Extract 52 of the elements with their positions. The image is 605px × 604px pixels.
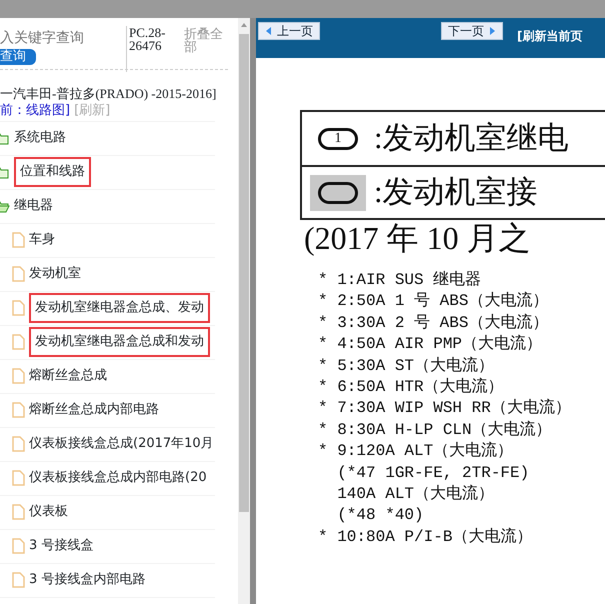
fuse-list-line: * 6:50A HTR（大电流） — [318, 377, 505, 398]
fuse-list-line: * 3:30A 2 号 ABS（大电流） — [318, 312, 550, 334]
tree-item[interactable]: 3 号接线盒 — [29, 536, 94, 556]
tree-item[interactable]: 仪表板 — [29, 502, 68, 522]
legend-text: :发动机室继电 — [374, 119, 569, 158]
part-code: PC.28-26476 — [126, 26, 174, 72]
fuse-list-line: (*47 1GR-FE, 2TR-FE) — [336, 462, 530, 484]
document-icon — [12, 470, 25, 486]
fuse-list-line: * 7:30A WIP WSH RR（大电流） — [318, 398, 572, 420]
fuse-list-line: * 8:30A H-LP CLN（大电流） — [318, 420, 553, 441]
fuse-list-line: * 10:80A P/I-B（大电流） — [318, 526, 534, 548]
fuse-list-line: * 5:30A ST（大电流） — [318, 356, 496, 377]
right-arrow-icon — [488, 26, 496, 36]
legend-text: :发动机室接 — [374, 173, 538, 212]
tree-item[interactable]: 车身 — [29, 230, 55, 250]
fuse-list-line: * 9:120A ALT（大电流） — [318, 441, 514, 462]
document-icon — [12, 504, 25, 520]
tree-item[interactable]: 仪表板接线盒总成内部电路(20 — [29, 468, 207, 488]
tree-item[interactable]: 熔断丝盒总成 — [29, 366, 107, 386]
document-icon — [12, 300, 25, 316]
tree-item[interactable]: 仪表板接线盒总成(2017年10月 — [29, 434, 214, 454]
date-line: (2017 年 10 月之 — [304, 220, 532, 256]
document-icon — [12, 538, 25, 554]
document-icon — [12, 572, 25, 588]
left-arrow-icon — [265, 26, 273, 36]
tree-item[interactable]: 3 号接线盒内部电路 — [29, 570, 146, 590]
fuse-list-line: 140A ALT（大电流） — [336, 484, 496, 506]
document-icon — [12, 368, 25, 384]
fuse-list-line: * 2:50A 1 号 ABS（大电流） — [318, 291, 550, 312]
vehicle-title: 一汽丰田-普拉多(PRADO) -2015-2016] — [0, 85, 218, 103]
fuse-list-line: * 1:AIR SUS 继电器 — [318, 270, 482, 291]
tree-item[interactable]: 发动机室 — [29, 264, 81, 284]
connector-number: 1 — [334, 132, 342, 146]
tree-item[interactable]: 位置和线路 — [20, 162, 85, 182]
fuse-list-line: (*48 *40) — [336, 505, 425, 526]
search-button[interactable]: 查询 — [0, 49, 36, 65]
document-icon — [12, 436, 25, 452]
fuse-list-line: * 4:50A AIR PMP（大电流） — [318, 334, 544, 356]
document-icon — [12, 232, 25, 248]
tree-item[interactable]: 系统电路 — [14, 128, 66, 148]
tree-item[interactable]: 继电器 — [14, 196, 53, 216]
tree-item[interactable]: 发动机室继电器盒总成和发动 — [35, 332, 204, 352]
tree-item[interactable]: 熔断丝盒总成内部电路 — [29, 400, 159, 420]
next-page-button[interactable]: 下一页 — [441, 22, 503, 40]
scrollbar-thumb[interactable] — [239, 34, 249, 512]
refresh-page-link[interactable]: [刷新当前页 — [517, 27, 582, 45]
document-icon — [12, 266, 25, 282]
previous-page-button[interactable]: 上一页 — [258, 22, 320, 40]
current-view-link[interactable]: 前：线路图] — [0, 104, 70, 116]
tree-item[interactable]: 发动机室继电器盒总成、发动 — [35, 298, 204, 318]
document-icon — [12, 402, 25, 418]
document-icon — [12, 334, 25, 350]
